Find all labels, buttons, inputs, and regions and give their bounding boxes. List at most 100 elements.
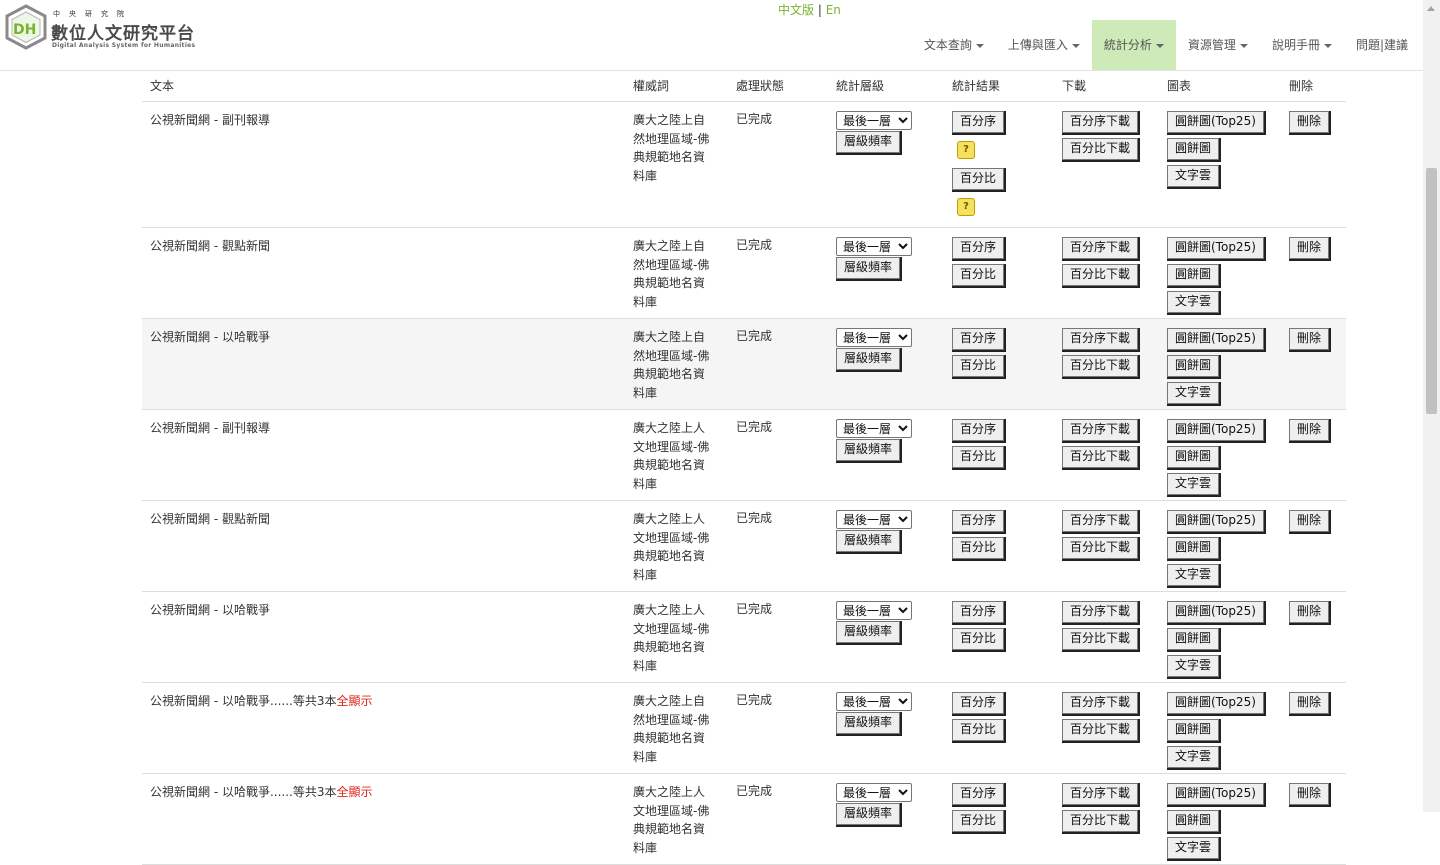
download-percentage-button[interactable]: 百分比下載 <box>1062 810 1139 832</box>
pie-chart-button[interactable]: 圓餅圖 <box>1167 355 1220 377</box>
pie-chart-top25-button[interactable]: 圓餅圖(Top25) <box>1167 692 1264 714</box>
percentage-button[interactable]: 百分比 <box>952 537 1005 559</box>
level-frequency-button[interactable]: 層級頻率 <box>836 439 901 461</box>
download-percentile-button[interactable]: 百分序下載 <box>1062 111 1139 133</box>
pie-chart-button[interactable]: 圓餅圖 <box>1167 264 1220 286</box>
download-percentile-button[interactable]: 百分序下載 <box>1062 328 1139 350</box>
percentile-button[interactable]: 百分序 <box>952 510 1005 532</box>
cell-delete: 刪除 <box>1281 682 1346 774</box>
level-select[interactable]: 最後一層 <box>836 783 912 802</box>
delete-button[interactable]: 刪除 <box>1289 510 1330 532</box>
delete-button[interactable]: 刪除 <box>1289 419 1330 441</box>
pie-chart-top25-button[interactable]: 圓餅圖(Top25) <box>1167 601 1264 623</box>
show-all-link[interactable]: 全顯示 <box>337 694 373 708</box>
percentile-button[interactable]: 百分序 <box>952 783 1005 805</box>
pie-chart-top25-button[interactable]: 圓餅圖(Top25) <box>1167 510 1264 532</box>
delete-button[interactable]: 刪除 <box>1289 601 1330 623</box>
word-cloud-button[interactable]: 文字雲 <box>1167 165 1220 187</box>
pie-chart-top25-button[interactable]: 圓餅圖(Top25) <box>1167 419 1264 441</box>
download-percentile-button[interactable]: 百分序下載 <box>1062 783 1139 805</box>
pie-chart-button[interactable]: 圓餅圖 <box>1167 628 1220 650</box>
level-frequency-button[interactable]: 層級頻率 <box>836 712 901 734</box>
delete-button[interactable]: 刪除 <box>1289 111 1330 133</box>
scroll-up-arrow-icon[interactable] <box>1423 0 1440 17</box>
nav-item-3[interactable]: 資源管理 <box>1176 20 1260 70</box>
level-frequency-button[interactable]: 層級頻率 <box>836 131 901 153</box>
download-percentile-button[interactable]: 百分序下載 <box>1062 510 1139 532</box>
pie-chart-button[interactable]: 圓餅圖 <box>1167 719 1220 741</box>
percentage-button[interactable]: 百分比 <box>952 446 1005 468</box>
nav-item-1[interactable]: 上傳與匯入 <box>996 20 1092 70</box>
download-percentage-button[interactable]: 百分比下載 <box>1062 446 1139 468</box>
level-select[interactable]: 最後一層 <box>836 692 912 711</box>
download-percentage-button[interactable]: 百分比下載 <box>1062 264 1139 286</box>
download-percentile-button[interactable]: 百分序下載 <box>1062 237 1139 259</box>
word-cloud-button[interactable]: 文字雲 <box>1167 837 1220 859</box>
percentage-button[interactable]: 百分比 <box>952 264 1005 286</box>
percentage-button[interactable]: 百分比 <box>952 628 1005 650</box>
nav-item-5[interactable]: 問題|建議 <box>1344 20 1420 70</box>
word-cloud-button[interactable]: 文字雲 <box>1167 473 1220 495</box>
word-cloud-button[interactable]: 文字雲 <box>1167 564 1220 586</box>
cell-delete: 刪除 <box>1281 227 1346 319</box>
show-all-link[interactable]: 全顯示 <box>337 785 373 799</box>
help-icon[interactable]: ? <box>957 141 975 159</box>
nav-item-2[interactable]: 統計分析 <box>1091 20 1176 70</box>
delete-button[interactable]: 刪除 <box>1289 328 1330 350</box>
level-frequency-button[interactable]: 層級頻率 <box>836 257 901 279</box>
level-frequency-button[interactable]: 層級頻率 <box>836 530 901 552</box>
help-icon[interactable]: ? <box>957 198 975 216</box>
level-select[interactable]: 最後一層 <box>836 419 912 438</box>
scrollbar-thumb[interactable] <box>1426 168 1437 414</box>
nav-item-0[interactable]: 文本查詢 <box>912 20 996 70</box>
level-frequency-button[interactable]: 層級頻率 <box>836 803 901 825</box>
level-frequency-button[interactable]: 層級頻率 <box>836 348 901 370</box>
pie-chart-top25-button[interactable]: 圓餅圖(Top25) <box>1167 111 1264 133</box>
download-percentage-button[interactable]: 百分比下載 <box>1062 719 1139 741</box>
level-select[interactable]: 最後一層 <box>836 237 912 256</box>
word-cloud-button[interactable]: 文字雲 <box>1167 382 1220 404</box>
nav-item-label: 問題|建議 <box>1355 38 1408 52</box>
site-logo[interactable]: DH 中央研究院 數位人文研究平台 Digital Analysis Syste… <box>4 4 204 50</box>
word-cloud-button[interactable]: 文字雲 <box>1167 655 1220 677</box>
percentile-button[interactable]: 百分序 <box>952 419 1005 441</box>
level-frequency-button[interactable]: 層級頻率 <box>836 621 901 643</box>
percentage-button[interactable]: 百分比 <box>952 168 1005 190</box>
word-cloud-button[interactable]: 文字雲 <box>1167 291 1220 313</box>
pie-chart-button[interactable]: 圓餅圖 <box>1167 537 1220 559</box>
delete-button[interactable]: 刪除 <box>1289 692 1330 714</box>
percentile-button[interactable]: 百分序 <box>952 237 1005 259</box>
level-select[interactable]: 最後一層 <box>836 510 912 529</box>
pie-chart-top25-button[interactable]: 圓餅圖(Top25) <box>1167 783 1264 805</box>
level-select[interactable]: 最後一層 <box>836 328 912 347</box>
delete-button[interactable]: 刪除 <box>1289 237 1330 259</box>
word-cloud-button[interactable]: 文字雲 <box>1167 746 1220 768</box>
page-scrollbar[interactable] <box>1423 0 1440 812</box>
pie-chart-top25-button[interactable]: 圓餅圖(Top25) <box>1167 237 1264 259</box>
download-percentage-button[interactable]: 百分比下載 <box>1062 138 1139 160</box>
lang-zh-link[interactable]: 中文版 <box>778 3 814 17</box>
percentage-button[interactable]: 百分比 <box>952 719 1005 741</box>
download-percentage-button[interactable]: 百分比下載 <box>1062 355 1139 377</box>
level-select[interactable]: 最後一層 <box>836 601 912 620</box>
percentile-button[interactable]: 百分序 <box>952 328 1005 350</box>
download-percentage-button[interactable]: 百分比下載 <box>1062 537 1139 559</box>
percentage-button[interactable]: 百分比 <box>952 810 1005 832</box>
nav-item-4[interactable]: 說明手冊 <box>1260 20 1344 70</box>
download-percentile-button[interactable]: 百分序下載 <box>1062 692 1139 714</box>
percentile-button[interactable]: 百分序 <box>952 601 1005 623</box>
percentage-button[interactable]: 百分比 <box>952 355 1005 377</box>
lang-en-link[interactable]: En <box>826 3 841 17</box>
delete-button[interactable]: 刪除 <box>1289 783 1330 805</box>
cell-authority: 廣大之陸上自然地理區域-佛典規範地名資料庫 <box>625 318 728 410</box>
percentile-button[interactable]: 百分序 <box>952 111 1005 133</box>
percentile-button[interactable]: 百分序 <box>952 692 1005 714</box>
download-percentile-button[interactable]: 百分序下載 <box>1062 601 1139 623</box>
level-select[interactable]: 最後一層 <box>836 111 912 130</box>
download-percentage-button[interactable]: 百分比下載 <box>1062 628 1139 650</box>
pie-chart-button[interactable]: 圓餅圖 <box>1167 138 1220 160</box>
pie-chart-button[interactable]: 圓餅圖 <box>1167 446 1220 468</box>
download-percentile-button[interactable]: 百分序下載 <box>1062 419 1139 441</box>
pie-chart-top25-button[interactable]: 圓餅圖(Top25) <box>1167 328 1264 350</box>
pie-chart-button[interactable]: 圓餅圖 <box>1167 810 1220 832</box>
